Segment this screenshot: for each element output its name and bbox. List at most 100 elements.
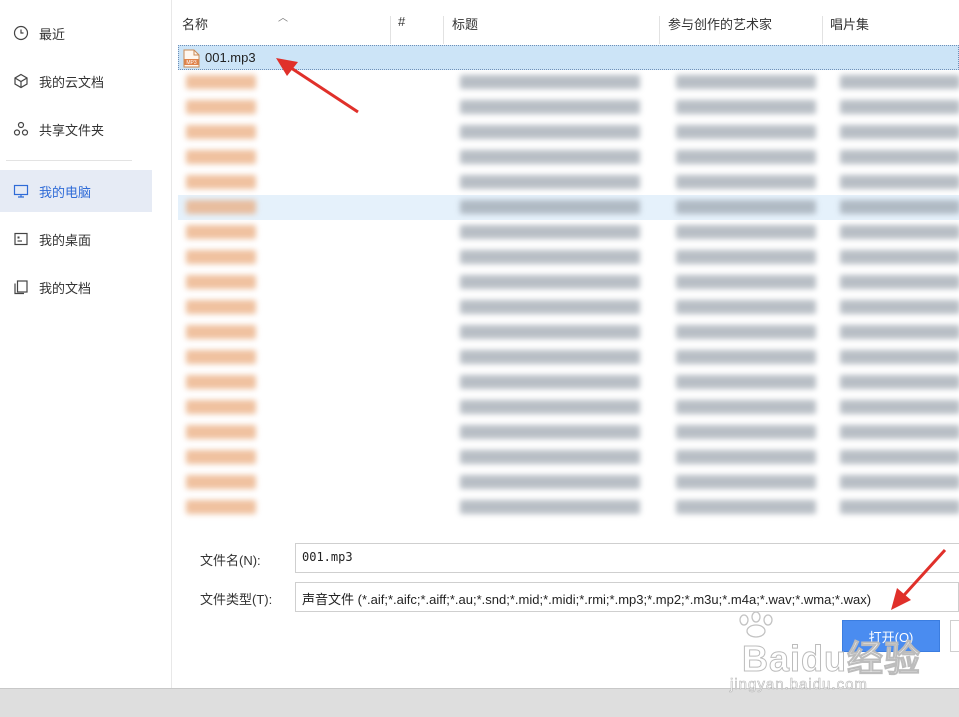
blurred-cell bbox=[186, 250, 256, 264]
sidebar-item-shared-folder[interactable]: 共享文件夹 bbox=[0, 108, 152, 150]
clock-icon bbox=[12, 24, 30, 42]
blurred-cell bbox=[460, 75, 640, 89]
file-row[interactable] bbox=[178, 270, 959, 295]
blurred-cell bbox=[676, 225, 816, 239]
sidebar-item-my-documents[interactable]: 我的文档 bbox=[0, 266, 152, 308]
blurred-cell bbox=[186, 125, 256, 139]
file-row[interactable] bbox=[178, 220, 959, 245]
sidebar-item-recent[interactable]: 最近 bbox=[0, 12, 152, 54]
column-header-title[interactable]: 标题 bbox=[452, 14, 478, 33]
blurred-cell bbox=[840, 225, 959, 239]
sidebar-item-label: 共享文件夹 bbox=[39, 122, 105, 138]
blurred-cell bbox=[840, 75, 959, 89]
file-row[interactable] bbox=[178, 145, 959, 170]
file-row[interactable] bbox=[178, 495, 959, 520]
blurred-cell bbox=[840, 325, 959, 339]
blurred-cell bbox=[186, 150, 256, 164]
cloud-cube-icon bbox=[12, 72, 30, 90]
column-header-artist[interactable]: 参与创作的艺术家 bbox=[668, 14, 772, 33]
column-separator[interactable] bbox=[443, 16, 444, 44]
file-row[interactable] bbox=[178, 420, 959, 445]
blurred-cell bbox=[676, 500, 816, 514]
blurred-cell bbox=[186, 450, 256, 464]
desktop-icon bbox=[12, 230, 30, 248]
blurred-cell bbox=[186, 375, 256, 389]
blurred-cell bbox=[460, 350, 640, 364]
blurred-cell bbox=[840, 475, 959, 489]
svg-text:MP3: MP3 bbox=[186, 60, 197, 66]
file-row[interactable] bbox=[178, 120, 959, 145]
blurred-cell bbox=[186, 100, 256, 114]
blurred-cell bbox=[186, 175, 256, 189]
file-row[interactable] bbox=[178, 320, 959, 345]
sort-ascending-icon: ︿ bbox=[278, 13, 288, 24]
blurred-cell bbox=[676, 150, 816, 164]
blurred-cell bbox=[676, 275, 816, 289]
sidebar-item-label: 我的文档 bbox=[39, 280, 92, 296]
blurred-cell bbox=[460, 300, 640, 314]
blurred-cell bbox=[840, 425, 959, 439]
file-row[interactable] bbox=[178, 195, 959, 220]
blurred-cell bbox=[676, 450, 816, 464]
blurred-cell bbox=[460, 450, 640, 464]
cancel-button-partial[interactable] bbox=[950, 620, 959, 652]
column-header-number[interactable]: # bbox=[398, 14, 405, 29]
blurred-cell bbox=[676, 200, 816, 214]
column-separator[interactable] bbox=[822, 16, 823, 44]
blurred-cell bbox=[676, 250, 816, 264]
blurred-cell bbox=[840, 250, 959, 264]
column-separator[interactable] bbox=[390, 16, 391, 44]
file-name: 001.mp3 bbox=[205, 50, 256, 65]
file-row[interactable] bbox=[178, 345, 959, 370]
blurred-cell bbox=[840, 375, 959, 389]
filetype-select[interactable]: 声音文件 (*.aif;*.aifc;*.aiff;*.au;*.snd;*.m… bbox=[295, 582, 959, 612]
file-row[interactable] bbox=[178, 445, 959, 470]
blurred-cell bbox=[676, 325, 816, 339]
file-row[interactable] bbox=[178, 170, 959, 195]
blurred-cell bbox=[840, 350, 959, 364]
blurred-cell bbox=[186, 300, 256, 314]
column-header-album[interactable]: 唱片集 bbox=[830, 14, 869, 33]
filetype-label: 文件类型(T): bbox=[200, 592, 273, 607]
blurred-cell bbox=[186, 425, 256, 439]
blurred-cell bbox=[460, 250, 640, 264]
blurred-cell bbox=[840, 400, 959, 414]
file-row[interactable] bbox=[178, 95, 959, 120]
sidebar-item-label: 我的云文档 bbox=[39, 74, 105, 90]
sidebar-item-label: 最近 bbox=[39, 26, 66, 42]
sidebar-item-my-desktop[interactable]: 我的桌面 bbox=[0, 218, 152, 260]
blurred-cell bbox=[676, 100, 816, 114]
sidebar-divider bbox=[6, 160, 132, 161]
file-row[interactable] bbox=[178, 395, 959, 420]
blurred-cell bbox=[840, 450, 959, 464]
file-row[interactable] bbox=[178, 370, 959, 395]
blurred-cell bbox=[840, 200, 959, 214]
sidebar-item-my-computer[interactable]: 我的电脑 bbox=[0, 170, 152, 212]
blurred-cell bbox=[840, 500, 959, 514]
blurred-cell bbox=[186, 350, 256, 364]
file-list[interactable]: ︿ 名称 # 标题 参与创作的艺术家 唱片集 MP3 001.mp3 bbox=[172, 0, 959, 530]
blurred-cell bbox=[186, 475, 256, 489]
blurred-cell bbox=[676, 400, 816, 414]
mp3-file-icon: MP3 bbox=[183, 49, 200, 68]
file-row[interactable] bbox=[178, 70, 959, 95]
file-row-selected[interactable]: MP3 001.mp3 bbox=[178, 45, 959, 70]
file-row[interactable] bbox=[178, 295, 959, 320]
sidebar: 最近 我的云文档 共享文件夹 我的电脑 我的桌面 我的文档 bbox=[0, 0, 172, 688]
file-row[interactable] bbox=[178, 470, 959, 495]
blurred-cell bbox=[186, 75, 256, 89]
sidebar-item-cloud-docs[interactable]: 我的云文档 bbox=[0, 60, 152, 102]
blurred-cell bbox=[676, 425, 816, 439]
blurred-cell bbox=[840, 150, 959, 164]
blurred-cell bbox=[676, 175, 816, 189]
blurred-cell bbox=[676, 475, 816, 489]
blurred-cell bbox=[460, 150, 640, 164]
file-row[interactable] bbox=[178, 245, 959, 270]
column-separator[interactable] bbox=[659, 16, 660, 44]
blurred-cell bbox=[676, 375, 816, 389]
column-header-name[interactable]: 名称 bbox=[182, 14, 208, 33]
blurred-cell bbox=[460, 475, 640, 489]
blurred-cell bbox=[840, 100, 959, 114]
filename-input[interactable]: 001.mp3 bbox=[295, 543, 959, 573]
watermark-url: jingyan.baidu.com bbox=[730, 676, 868, 694]
